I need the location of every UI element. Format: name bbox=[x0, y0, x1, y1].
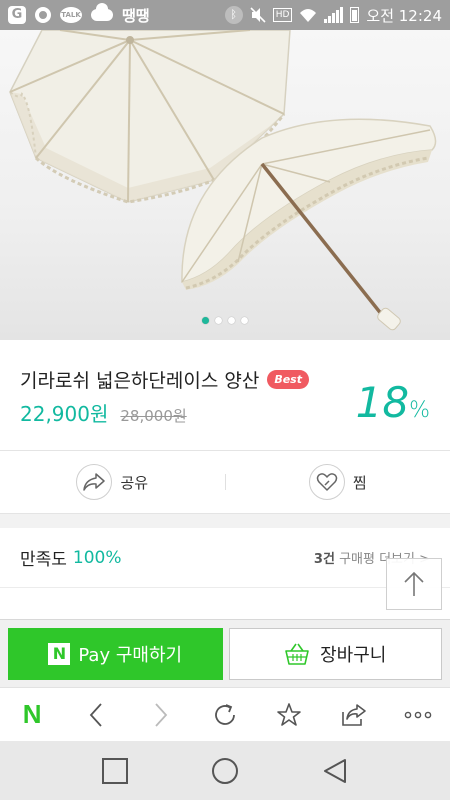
refresh-button[interactable] bbox=[203, 693, 247, 737]
original-price: 28,000원 bbox=[120, 407, 187, 425]
wish-button[interactable]: 찜 bbox=[226, 464, 450, 500]
share-label: 공유 bbox=[120, 473, 149, 492]
carousel-dot[interactable] bbox=[202, 317, 209, 324]
purchase-bar: N Pay 구매하기 장바구니 bbox=[0, 619, 450, 687]
star-icon bbox=[277, 702, 302, 726]
naver-pay-buy-button[interactable]: N Pay 구매하기 bbox=[8, 627, 223, 680]
refresh-icon bbox=[215, 703, 235, 725]
kakaotalk-icon: TALK bbox=[60, 7, 82, 23]
cloud-icon bbox=[91, 3, 113, 21]
product-title: 기라로쉬 넓은하단레이스 양산 bbox=[20, 370, 260, 392]
battery-icon bbox=[350, 7, 360, 23]
system-nav-bar bbox=[0, 741, 450, 800]
status-system: ᛒ HD 오전 12:24 bbox=[224, 5, 442, 26]
carousel-indicator bbox=[0, 317, 450, 324]
forward-button[interactable] bbox=[139, 693, 183, 737]
heart-icon bbox=[308, 464, 345, 500]
bluetooth-icon: ᛒ bbox=[224, 6, 243, 24]
basket-icon bbox=[285, 643, 309, 665]
chevron-right-icon bbox=[155, 702, 167, 727]
naver-logo-icon: N bbox=[22, 699, 42, 729]
price-row: 22,900원 28,000원 bbox=[20, 398, 187, 427]
arrow-up-icon bbox=[404, 571, 424, 596]
action-row: 공유 찜 bbox=[0, 450, 450, 514]
system-back-button[interactable] bbox=[313, 749, 357, 793]
recent-apps-button[interactable] bbox=[93, 749, 137, 793]
satisfaction-value: 100% bbox=[72, 547, 122, 568]
cart-label: 장바구니 bbox=[320, 644, 387, 666]
status-bar: G TALK 땡땡 ᛒ HD 오전 12:24 bbox=[0, 0, 450, 30]
share-page-button[interactable] bbox=[332, 693, 376, 737]
triangle-back-icon bbox=[324, 758, 346, 783]
back-button[interactable] bbox=[74, 693, 118, 737]
discount-rate: 18% bbox=[356, 378, 430, 427]
more-menu-button[interactable] bbox=[396, 693, 440, 737]
sale-price: 22,900원 bbox=[20, 402, 109, 426]
discount-unit: % bbox=[409, 398, 430, 423]
scroll-top-button[interactable] bbox=[386, 558, 442, 610]
discount-value: 18 bbox=[355, 378, 410, 427]
status-notifications: G TALK 땡땡 bbox=[8, 3, 150, 26]
review-count: 3건 bbox=[313, 552, 335, 567]
wish-label: 찜 bbox=[352, 473, 367, 492]
circle-icon bbox=[212, 757, 238, 784]
wifi-icon bbox=[300, 9, 317, 22]
section-gap bbox=[0, 514, 450, 528]
parasol-illustration bbox=[9, 30, 437, 331]
square-icon bbox=[102, 757, 128, 784]
signal-icon bbox=[324, 7, 344, 23]
hd-voice-icon: HD bbox=[272, 8, 293, 22]
best-badge: Best bbox=[267, 370, 309, 389]
mute-icon bbox=[250, 7, 266, 23]
cart-button[interactable]: 장바구니 bbox=[228, 627, 442, 680]
carousel-dot[interactable] bbox=[215, 317, 222, 324]
product-info: 기라로쉬 넓은하단레이스 양산 Best 22,900원 28,000원 18% bbox=[0, 340, 450, 450]
title-row: 기라로쉬 넓은하단레이스 양산 Best bbox=[20, 366, 309, 393]
status-time: 오전 12:24 bbox=[366, 6, 442, 25]
next-row-partial bbox=[0, 589, 450, 619]
bookmark-button[interactable] bbox=[267, 693, 311, 737]
share-icon bbox=[76, 464, 113, 500]
home-button[interactable] bbox=[203, 749, 247, 793]
pay-label: Pay 구매하기 bbox=[78, 644, 183, 666]
g-app-icon: G bbox=[8, 6, 26, 24]
product-image-carousel[interactable] bbox=[0, 30, 450, 340]
naver-home-button[interactable]: N bbox=[10, 693, 54, 737]
share-out-icon bbox=[341, 703, 366, 726]
carousel-dot[interactable] bbox=[228, 317, 235, 324]
more-dots-icon bbox=[404, 711, 432, 718]
app-notification-icon: 땡땡 bbox=[122, 6, 150, 25]
chevron-left-icon bbox=[90, 702, 103, 727]
naver-pay-logo-icon: N bbox=[48, 642, 71, 665]
ring-app-icon bbox=[35, 7, 51, 23]
satisfaction-label: 만족도 bbox=[20, 550, 67, 570]
share-button[interactable]: 공유 bbox=[0, 464, 225, 500]
browser-toolbar: N bbox=[0, 687, 450, 741]
carousel-dot[interactable] bbox=[241, 317, 248, 324]
satisfaction-row: 만족도 100% 3건 구매평 더보기 > bbox=[0, 528, 450, 588]
